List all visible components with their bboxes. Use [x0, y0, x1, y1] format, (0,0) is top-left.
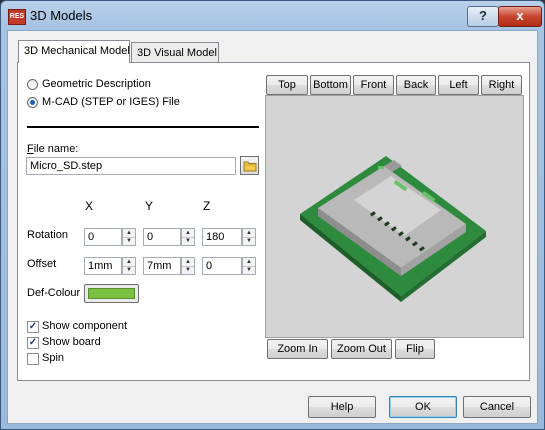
- radio-geometric-description[interactable]: [27, 79, 38, 90]
- radio-geometric-description-label[interactable]: Geometric Description: [42, 78, 151, 90]
- show-board-label[interactable]: Show board: [42, 336, 101, 348]
- offset-y-input[interactable]: 7mm: [143, 257, 181, 275]
- browse-folder-button[interactable]: [240, 156, 259, 175]
- axis-x-header: X: [85, 199, 94, 213]
- spin-down-icon[interactable]: ▼: [182, 266, 194, 274]
- rotation-z-input[interactable]: 180: [202, 228, 242, 246]
- ok-button[interactable]: OK: [389, 396, 457, 418]
- offset-z-input[interactable]: 0: [202, 257, 242, 275]
- 3d-preview-viewport[interactable]: [265, 95, 524, 338]
- offset-label: Offset: [27, 258, 57, 270]
- help-title-button[interactable]: ?: [467, 6, 499, 27]
- offset-y-spinner[interactable]: ▲ ▼: [181, 257, 195, 275]
- spin-checkbox[interactable]: [27, 353, 39, 365]
- title-bar[interactable]: RES 3D Models ? x: [1, 1, 544, 31]
- rotation-x-spinner[interactable]: ▲ ▼: [122, 228, 136, 246]
- cancel-button[interactable]: Cancel: [463, 396, 531, 418]
- axis-z-header: Z: [203, 199, 211, 213]
- file-name-label: File name:: [27, 143, 79, 155]
- colour-swatch: [88, 288, 135, 299]
- spin-down-icon[interactable]: ▼: [182, 237, 194, 245]
- spin-label[interactable]: Spin: [42, 352, 64, 364]
- def-colour-button[interactable]: [84, 284, 139, 303]
- offset-x-spinner[interactable]: ▲ ▼: [122, 257, 136, 275]
- rotation-x-input[interactable]: 0: [84, 228, 122, 246]
- zoom-out-button[interactable]: Zoom Out: [331, 339, 392, 359]
- tab-3d-visual-model[interactable]: 3D Visual Model: [131, 42, 219, 62]
- offset-x-input[interactable]: 1mm: [84, 257, 122, 275]
- spin-down-icon[interactable]: ▼: [123, 237, 135, 245]
- folder-icon: [243, 161, 257, 172]
- show-component-checkbox[interactable]: ✓: [27, 321, 39, 333]
- sd-connector-model: [300, 156, 486, 302]
- show-component-label[interactable]: Show component: [42, 320, 127, 332]
- separator-line: [27, 126, 259, 128]
- window-title: 3D Models: [30, 8, 93, 23]
- view-back-button[interactable]: Back: [396, 75, 436, 95]
- show-board-checkbox[interactable]: ✓: [27, 337, 39, 349]
- axis-y-header: Y: [145, 199, 154, 213]
- file-name-input[interactable]: Micro_SD.step: [26, 157, 236, 175]
- view-left-button[interactable]: Left: [438, 75, 479, 95]
- zoom-in-button[interactable]: Zoom In: [267, 339, 328, 359]
- rotation-y-input[interactable]: 0: [143, 228, 181, 246]
- radio-mcad-file-label[interactable]: M-CAD (STEP or IGES) File: [42, 96, 180, 108]
- rotation-z-spinner[interactable]: ▲ ▼: [242, 228, 256, 246]
- spin-down-icon[interactable]: ▼: [243, 237, 255, 245]
- spin-down-icon[interactable]: ▼: [243, 266, 255, 274]
- flip-button[interactable]: Flip: [395, 339, 435, 359]
- app-icon: RES: [8, 9, 26, 25]
- view-bottom-button[interactable]: Bottom: [310, 75, 351, 95]
- help-button[interactable]: Help: [308, 396, 376, 418]
- rotation-y-spinner[interactable]: ▲ ▼: [181, 228, 195, 246]
- view-front-button[interactable]: Front: [353, 75, 394, 95]
- spin-down-icon[interactable]: ▼: [123, 266, 135, 274]
- view-right-button[interactable]: Right: [481, 75, 522, 95]
- close-button[interactable]: x: [498, 6, 542, 27]
- offset-z-spinner[interactable]: ▲ ▼: [242, 257, 256, 275]
- def-colour-label: Def-Colour: [27, 287, 81, 299]
- rotation-label: Rotation: [27, 229, 68, 241]
- radio-mcad-file[interactable]: [27, 97, 38, 108]
- view-top-button[interactable]: Top: [266, 75, 308, 95]
- tab-3d-mechanical-model[interactable]: 3D Mechanical Model: [18, 40, 130, 63]
